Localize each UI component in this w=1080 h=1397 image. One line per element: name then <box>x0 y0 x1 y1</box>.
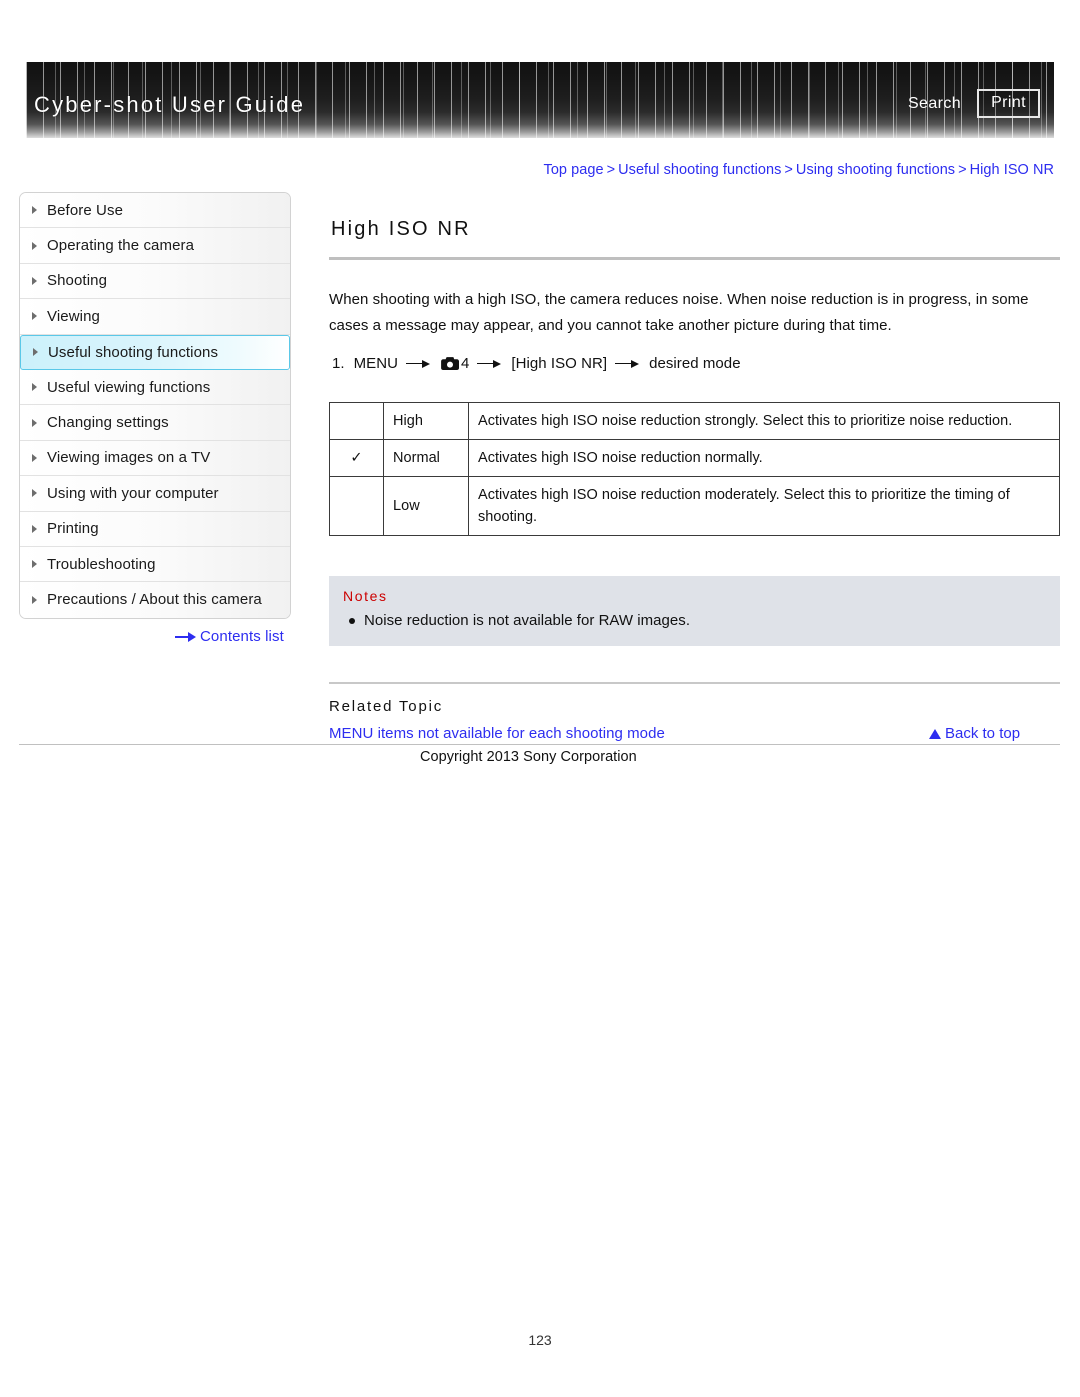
contents-list-label: Contents list <box>200 628 284 645</box>
app-header: Cyber-shot User Guide Search Print <box>26 62 1054 138</box>
menu-result-label: desired mode <box>649 355 741 372</box>
breadcrumb-separator: > <box>606 162 616 178</box>
sidebar-item-label: Troubleshooting <box>47 555 156 573</box>
triangle-right-icon <box>32 206 37 215</box>
arrow-right-icon <box>477 359 503 369</box>
print-button[interactable]: Print <box>977 89 1040 118</box>
triangle-right-icon <box>33 348 38 357</box>
sidebar-item-before-use[interactable]: Before Use <box>20 193 290 229</box>
header-actions: Search Print <box>908 89 1040 118</box>
breadcrumb-item-top-page[interactable]: Top page <box>544 162 604 178</box>
title-divider <box>329 257 1060 260</box>
sidebar-item-label: Viewing <box>47 307 100 325</box>
triangle-right-icon <box>32 524 37 533</box>
sidebar-item-printing[interactable]: Printing <box>20 511 290 547</box>
triangle-right-icon <box>32 595 37 604</box>
copyright-text: Copyright 2013 Sony Corporation <box>420 749 637 765</box>
sidebar-item-useful-shooting-functions[interactable]: Useful shooting functions <box>20 334 290 370</box>
triangle-right-icon <box>32 453 37 462</box>
check-icon: ✓ <box>350 450 363 466</box>
note-item: Noise reduction is not available for RAW… <box>343 610 1046 632</box>
related-topic-link[interactable]: MENU items not available for each shooti… <box>329 725 665 742</box>
related-topic-title: Related Topic <box>329 698 444 715</box>
step-number: 1. <box>332 355 345 372</box>
sidebar-nav: Before Use Operating the camera Shooting… <box>19 192 291 619</box>
breadcrumb-separator: > <box>958 162 967 178</box>
contents-list-link[interactable]: Contents list <box>175 628 284 645</box>
main-content: High ISO NR When shooting with a high IS… <box>329 218 1060 743</box>
options-table: High Activates high ISO noise reduction … <box>329 402 1060 536</box>
default-marker-cell <box>329 476 384 536</box>
page-title: High ISO NR <box>331 218 471 240</box>
option-name: Low <box>383 476 469 536</box>
triangle-right-icon <box>32 276 37 285</box>
triangle-right-icon <box>32 489 37 498</box>
table-row: ✓ Normal Activates high ISO noise reduct… <box>329 439 1060 477</box>
triangle-right-icon <box>32 312 37 321</box>
menu-item-label: [High ISO NR] <box>511 355 608 372</box>
table-row: High Activates high ISO noise reduction … <box>329 402 1060 440</box>
search-button[interactable]: Search <box>908 95 961 113</box>
camera-icon <box>440 356 460 371</box>
back-to-top-link[interactable]: Back to top <box>929 725 1020 742</box>
breadcrumb-item-using-shooting-functions[interactable]: Using shooting functions <box>796 162 955 178</box>
footer-divider <box>19 744 1060 745</box>
default-marker-cell <box>329 402 384 440</box>
option-name: Normal <box>383 439 469 477</box>
sidebar-item-viewing-images-on-a-tv[interactable]: Viewing images on a TV <box>20 440 290 477</box>
sidebar-item-troubleshooting[interactable]: Troubleshooting <box>20 546 290 583</box>
triangle-right-icon <box>32 383 37 392</box>
sidebar-item-precautions-about-this-camera[interactable]: Precautions / About this camera <box>20 582 290 618</box>
sidebar-item-label: Useful shooting functions <box>48 343 219 361</box>
option-description: Activates high ISO noise reduction moder… <box>468 476 1060 536</box>
menu-step: 1. MENU 4 [High ISO NR] desired mode <box>329 355 1060 372</box>
sidebar-item-label: Changing settings <box>47 414 169 432</box>
sidebar-item-label: Precautions / About this camera <box>47 591 262 609</box>
breadcrumb-item-current: High ISO NR <box>969 162 1054 178</box>
sidebar-item-label: Printing <box>47 520 99 538</box>
notes-title: Notes <box>343 588 388 604</box>
arrow-right-icon <box>175 631 196 643</box>
sidebar-item-using-with-your-computer[interactable]: Using with your computer <box>20 476 290 512</box>
triangle-up-icon <box>929 728 941 739</box>
breadcrumb-item-useful-shooting-functions[interactable]: Useful shooting functions <box>618 162 781 178</box>
sidebar-item-changing-settings[interactable]: Changing settings <box>20 405 290 441</box>
related-topic-divider <box>329 682 1060 684</box>
intro-paragraph: When shooting with a high ISO, the camer… <box>329 291 1029 334</box>
menu-page-number: 4 <box>461 355 470 372</box>
guide-page: Cyber-shot User Guide Search Print Top p… <box>0 0 1080 1397</box>
table-row: Low Activates high ISO noise reduction m… <box>329 476 1060 536</box>
sidebar-item-label: Shooting <box>47 272 108 290</box>
sidebar-item-label: Useful viewing functions <box>47 378 211 396</box>
sidebar-item-label: Viewing images on a TV <box>47 449 211 467</box>
option-name: High <box>383 402 469 440</box>
sidebar-item-viewing[interactable]: Viewing <box>20 299 290 335</box>
breadcrumb-separator: > <box>784 162 793 178</box>
triangle-right-icon <box>32 241 37 250</box>
sidebar-item-label: Before Use <box>47 201 124 219</box>
notes-box: Notes Noise reduction is not available f… <box>329 576 1060 646</box>
option-description: Activates high ISO noise reduction norma… <box>468 439 1060 477</box>
notes-list: Noise reduction is not available for RAW… <box>343 610 1046 632</box>
sidebar-item-label: Operating the camera <box>47 237 195 255</box>
page-number: 123 <box>528 1332 552 1348</box>
arrow-right-icon <box>406 359 432 369</box>
triangle-right-icon <box>32 418 37 427</box>
option-description: Activates high ISO noise reduction stron… <box>468 402 1060 440</box>
sidebar-item-operating-the-camera[interactable]: Operating the camera <box>20 228 290 264</box>
app-title: Cyber-shot User Guide <box>34 92 306 117</box>
sidebar-item-useful-viewing-functions[interactable]: Useful viewing functions <box>20 369 290 406</box>
triangle-right-icon <box>32 560 37 569</box>
sidebar-item-label: Using with your computer <box>47 484 219 502</box>
sidebar-item-shooting[interactable]: Shooting <box>20 263 290 300</box>
breadcrumb: Top page > Useful shooting functions > Using… <box>544 162 1054 178</box>
default-marker-cell: ✓ <box>329 439 384 477</box>
back-to-top-label: Back to top <box>945 725 1021 742</box>
menu-label: MENU <box>353 355 398 372</box>
arrow-right-icon <box>615 359 641 369</box>
